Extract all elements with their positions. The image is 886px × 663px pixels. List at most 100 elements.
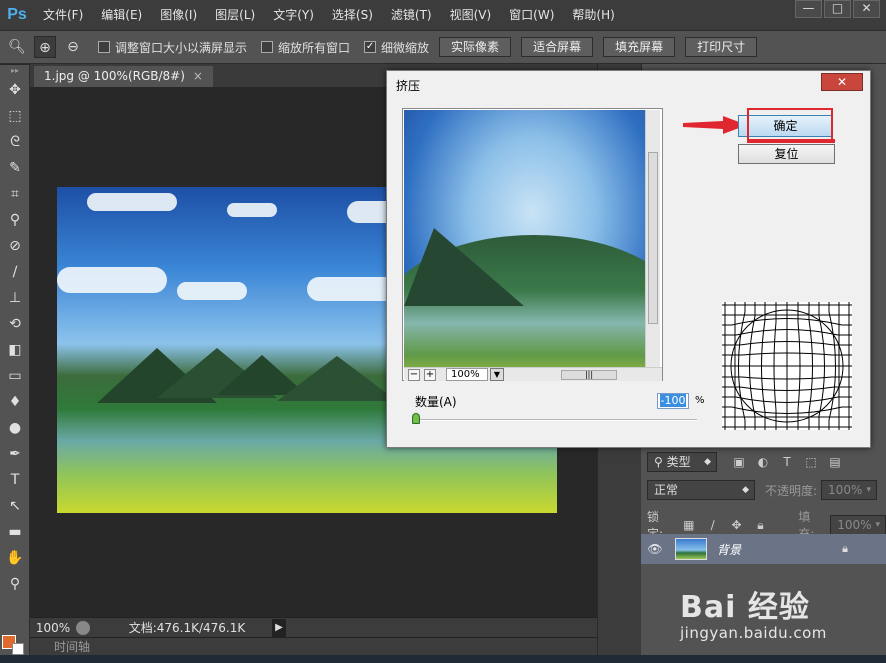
gradient-tool-icon[interactable]: ▭: [0, 363, 30, 389]
menu-filter[interactable]: 滤镜(T): [382, 0, 441, 30]
lock-position-icon[interactable]: ✥: [729, 517, 745, 533]
restore-button[interactable]: □: [824, 0, 851, 18]
type-tool-icon[interactable]: T: [0, 467, 30, 493]
menu-file[interactable]: 文件(F): [34, 0, 92, 30]
shape-filter-icon[interactable]: ⬚: [803, 454, 819, 470]
fill-input[interactable]: 100% ▾: [830, 515, 886, 535]
dialog-close-button[interactable]: ✕: [821, 73, 863, 91]
preview-scroll-thumb[interactable]: [648, 152, 658, 324]
menu-view[interactable]: 视图(V): [441, 0, 501, 30]
dialog-title: 挤压: [396, 79, 421, 93]
adjustment-filter-icon[interactable]: ◐: [755, 454, 771, 470]
layer-row-background[interactable]: 👁︎ 背景 🔒︎: [641, 534, 886, 564]
background-color-swatch[interactable]: [12, 643, 24, 655]
type-filter-icon[interactable]: T: [779, 454, 795, 470]
preview-horizontal-scroll-thumb[interactable]: |||: [561, 370, 617, 380]
hand-tool-icon[interactable]: ✋: [0, 545, 30, 571]
zoom-tool-icon[interactable]: ⚲: [0, 571, 30, 597]
baidu-watermark: Bai 经验 jingyan.baidu.com: [680, 582, 880, 642]
path-select-tool-icon[interactable]: ↖: [0, 493, 30, 519]
fill-screen-button[interactable]: 填充屏幕: [603, 37, 676, 57]
stamp-tool-icon[interactable]: ⊥: [0, 285, 30, 311]
zoom-in-icon[interactable]: ⊕: [34, 36, 56, 58]
preview-zoom-field[interactable]: 100%: [446, 368, 488, 381]
checkbox-label: 细微缩放: [381, 40, 430, 55]
lock-icon: 🔒︎: [842, 542, 848, 555]
zoom-level[interactable]: 100%: [30, 621, 76, 635]
toolbar-grip-icon[interactable]: ▸▸: [0, 65, 30, 77]
layer-filter-kind-label: 类型: [666, 455, 691, 469]
crop-tool-icon[interactable]: ⌗: [0, 181, 30, 207]
healing-brush-icon[interactable]: ⊘: [0, 233, 30, 259]
search-icon: ⚲: [654, 455, 667, 469]
menu-select[interactable]: 选择(S): [323, 0, 382, 30]
resize-windows-checkbox[interactable]: 调整窗口大小以满屏显示: [98, 39, 247, 56]
pixel-filter-icon[interactable]: ▣: [731, 454, 747, 470]
color-swatches[interactable]: [2, 629, 28, 655]
opacity-input[interactable]: 100% ▾: [821, 480, 878, 500]
preview-frame: − + 100% ▼ |||: [402, 108, 663, 381]
menu-window[interactable]: 窗口(W): [500, 0, 563, 30]
zoom-out-icon[interactable]: ⊖: [62, 36, 84, 58]
shape-tool-icon[interactable]: ▬: [0, 519, 30, 545]
lock-transparency-icon[interactable]: ▦: [681, 517, 697, 533]
eye-icon[interactable]: 👁︎: [641, 542, 669, 556]
menu-type[interactable]: 文字(Y): [264, 0, 323, 30]
marquee-tool-icon[interactable]: ⬚: [0, 103, 30, 129]
actual-pixels-button[interactable]: 实际像素: [439, 37, 512, 57]
menu-edit[interactable]: 编辑(E): [92, 0, 151, 30]
eyedropper-tool-icon[interactable]: ⚲: [0, 207, 30, 233]
checkbox-label: 缩放所有窗口: [278, 40, 351, 55]
zoom-out-button[interactable]: −: [408, 368, 420, 381]
chevron-down-icon[interactable]: ▼: [490, 368, 504, 381]
reset-button[interactable]: 复位: [738, 144, 835, 164]
amount-input[interactable]: -100: [657, 393, 689, 409]
window-controls: — □ ✕: [793, 0, 880, 18]
menu-image[interactable]: 图像(I): [151, 0, 206, 30]
status-menu-arrow-icon[interactable]: ▶: [272, 618, 286, 637]
options-bar: 🔍︎ ⊕ ⊖ 调整窗口大小以满屏显示 缩放所有窗口 ✓ 细微缩放 实际像素 适合…: [0, 30, 886, 64]
menu-bar: Ps 文件(F) 编辑(E) 图像(I) 图层(L) 文字(Y) 选择(S) 滤…: [0, 0, 886, 30]
fit-screen-button[interactable]: 适合屏幕: [521, 37, 594, 57]
preview-vertical-scrollbar[interactable]: [645, 110, 660, 367]
scrubby-zoom-checkbox[interactable]: ✓ 细微缩放: [364, 39, 429, 56]
print-size-button[interactable]: 打印尺寸: [685, 37, 758, 57]
amount-slider-track[interactable]: [416, 419, 697, 421]
dialog-title-bar[interactable]: 挤压 ✕: [387, 71, 870, 99]
close-button[interactable]: ✕: [853, 0, 880, 18]
layer-name[interactable]: 背景: [717, 541, 741, 558]
amount-label: 数量(A): [415, 395, 457, 409]
history-brush-icon[interactable]: ⟲: [0, 311, 30, 337]
close-tab-icon[interactable]: ×: [193, 69, 203, 83]
pen-tool-icon[interactable]: ✒: [0, 441, 30, 467]
amount-slider-thumb[interactable]: [412, 413, 420, 424]
move-tool-icon[interactable]: ✥: [0, 77, 30, 103]
checkbox-label: 调整窗口大小以满屏显示: [115, 40, 248, 55]
lock-all-icon[interactable]: 🔒︎: [753, 517, 769, 533]
quick-select-tool-icon[interactable]: ✎: [0, 155, 30, 181]
reset-highlight-box: [747, 139, 835, 143]
lasso-tool-icon[interactable]: ᘓ: [0, 129, 30, 155]
filter-preview[interactable]: [404, 110, 660, 367]
ok-highlight-box: [747, 108, 833, 141]
menu-layer[interactable]: 图层(L): [206, 0, 264, 30]
pinch-grid-preview-icon: [722, 302, 852, 430]
blur-tool-icon[interactable]: ♦: [0, 389, 30, 415]
document-tab[interactable]: 1.jpg @ 100%(RGB/8#) ×: [34, 66, 213, 87]
eraser-tool-icon[interactable]: ◧: [0, 337, 30, 363]
lock-pixels-icon[interactable]: ∕: [705, 517, 721, 533]
zoom-in-button[interactable]: +: [424, 368, 436, 381]
menu-help[interactable]: 帮助(H): [563, 0, 623, 30]
layer-filter-kind[interactable]: ⚲ 类型 ◆: [647, 452, 717, 472]
blend-mode-select[interactable]: 正常 ◆: [647, 480, 755, 500]
blend-mode-label: 正常: [654, 483, 679, 497]
layer-thumbnail: [675, 538, 707, 560]
status-info-icon[interactable]: [76, 620, 90, 635]
smart-object-filter-icon[interactable]: ▤: [827, 454, 843, 470]
zoom-tool-icon[interactable]: 🔍︎: [6, 36, 28, 58]
dodge-tool-icon[interactable]: ●: [0, 415, 30, 441]
brush-tool-icon[interactable]: ∕: [0, 259, 30, 285]
minimize-button[interactable]: —: [795, 0, 822, 18]
zoom-all-windows-checkbox[interactable]: 缩放所有窗口: [261, 39, 350, 56]
timeline-panel[interactable]: 时间轴: [30, 637, 597, 655]
